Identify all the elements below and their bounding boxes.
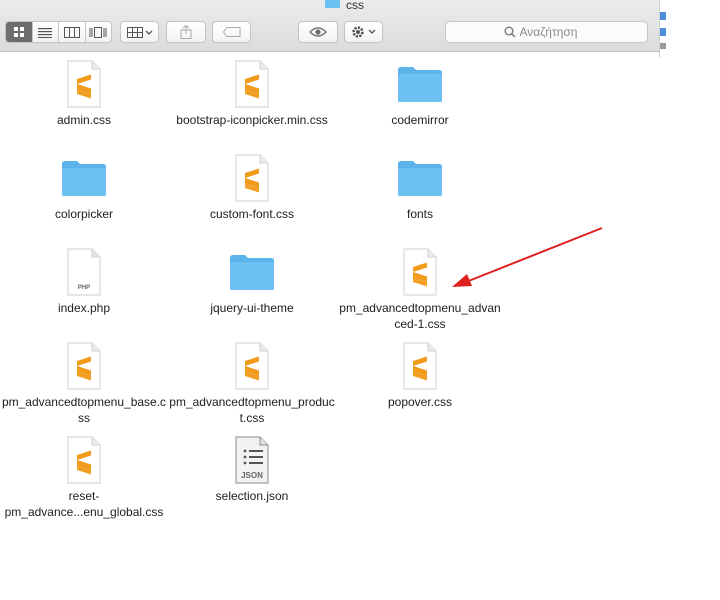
column-view-button[interactable]: [59, 22, 86, 42]
list-view-button[interactable]: [33, 22, 59, 42]
finder-toolbar: css: [0, 0, 659, 52]
file-name-label: pm_advancedtopmenu_base.css: [1, 395, 167, 425]
search-field[interactable]: [445, 21, 648, 43]
grid-icon: [13, 27, 24, 37]
share-button[interactable]: [166, 21, 206, 43]
file-item[interactable]: pm_advancedtopmenu_base.css: [0, 342, 169, 426]
json-file-icon: JSON: [235, 436, 269, 484]
file-item[interactable]: reset-pm_advance...enu_global.css: [0, 436, 169, 520]
php-file-icon: PHP: [67, 248, 101, 296]
file-name-label: jquery-ui-theme: [210, 301, 294, 315]
file-type-badge: PHP: [78, 285, 90, 291]
file-name-label: fonts: [406, 207, 433, 221]
background-window-edge: [659, 0, 720, 58]
file-name-label: reset-pm_advance...enu_global.css: [4, 489, 164, 519]
file-type-badge: JSON: [241, 471, 263, 480]
sublime-file-icon: [235, 342, 269, 390]
sublime-file-icon: [235, 60, 269, 108]
file-name-label: admin.css: [56, 113, 112, 127]
sublime-file-icon: [67, 342, 101, 390]
file-name-label: codemirror: [391, 113, 449, 127]
window-edge-icon: [660, 12, 666, 20]
sublime-file-icon: [67, 436, 101, 484]
search-icon: [504, 26, 516, 38]
sublime-file-icon: [403, 342, 437, 390]
sublime-file-icon: [403, 248, 437, 296]
file-name-label: colorpicker: [54, 207, 114, 221]
folder-icon: [230, 255, 274, 290]
window-edge-icon: [660, 28, 666, 36]
file-name-label: custom-font.css: [209, 207, 295, 221]
file-item[interactable]: colorpicker: [0, 154, 169, 222]
view-mode-segmented-control: [5, 21, 112, 43]
gear-chevron-icon: [351, 26, 375, 38]
file-name-label: bootstrap-iconpicker.min.css: [176, 113, 328, 127]
file-item[interactable]: custom-font.css: [167, 154, 337, 222]
action-button[interactable]: [344, 21, 383, 43]
cover-flow-view-button[interactable]: [86, 22, 112, 42]
file-item[interactable]: JSON selection.json: [167, 436, 337, 504]
file-name-label: index.php: [57, 301, 111, 315]
list-icon: [38, 27, 53, 38]
file-item[interactable]: admin.css: [0, 60, 169, 128]
file-item[interactable]: fonts: [335, 154, 505, 222]
eye-icon: [309, 27, 327, 37]
icon-view-button[interactable]: [6, 22, 33, 42]
cover-flow-icon: [89, 26, 107, 38]
columns-icon: [63, 26, 80, 38]
file-item[interactable]: bootstrap-iconpicker.min.css: [167, 60, 337, 128]
file-name-label: selection.json: [215, 489, 289, 503]
folder-icon: [62, 161, 106, 196]
window-title: css: [0, 0, 659, 12]
file-item[interactable]: jquery-ui-theme: [167, 248, 337, 316]
red-annotation-arrow: [452, 227, 603, 287]
file-name-label: pm_advancedtopmenu_product.css: [169, 395, 335, 425]
sublime-file-icon: [235, 154, 269, 202]
file-item[interactable]: codemirror: [335, 60, 505, 128]
file-item[interactable]: PHP index.php: [0, 248, 169, 316]
sublime-file-icon: [67, 60, 101, 108]
quick-look-button[interactable]: [298, 21, 338, 43]
folder-icon: [325, 0, 340, 8]
folder-icon: [398, 67, 442, 102]
file-item[interactable]: pm_advancedtopmenu_product.css: [167, 342, 337, 426]
file-name-label: popover.css: [387, 395, 453, 409]
edit-tags-button[interactable]: [212, 21, 251, 43]
window-edge-icon: [660, 43, 666, 49]
share-icon: [180, 25, 192, 39]
arrange-grid-chevron-icon: [126, 26, 152, 38]
arrange-button[interactable]: [120, 21, 159, 43]
file-name-label: pm_advancedtopmenu_advanced-1.css: [339, 301, 501, 331]
search-input[interactable]: [519, 25, 590, 39]
window-title-text: css: [346, 0, 364, 12]
file-item[interactable]: popover.css: [335, 342, 505, 410]
folder-icon: [398, 161, 442, 196]
tag-icon: [222, 27, 240, 37]
